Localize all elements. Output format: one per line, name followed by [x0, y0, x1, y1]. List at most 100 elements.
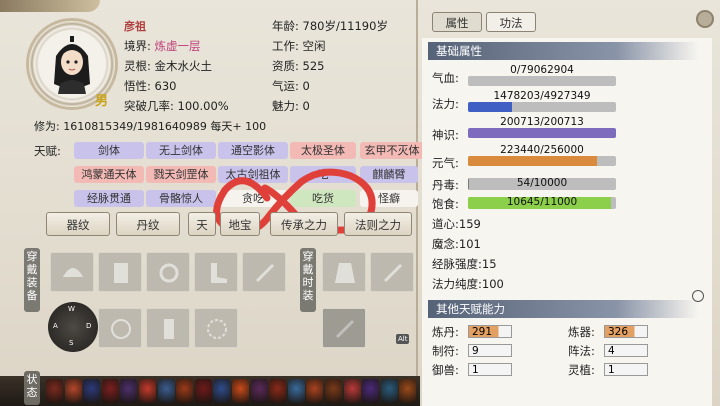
info-icon[interactable] — [692, 290, 704, 302]
alchemy-label: 炼丹: — [432, 325, 459, 339]
status-buff-icon[interactable] — [250, 379, 268, 403]
status-buff-icon[interactable] — [306, 379, 324, 403]
tab-chuancheng[interactable]: 传承之力 — [270, 212, 338, 236]
status-buff-icon[interactable] — [194, 379, 212, 403]
scroll-ornament — [0, 0, 100, 12]
root-row: 灵根: 金木水火土 — [124, 59, 213, 73]
tab-skills[interactable]: 功法 — [486, 12, 536, 32]
spirit-bar — [468, 128, 616, 138]
vitality-value: 223440/256000 — [500, 144, 584, 156]
key-d: D — [86, 322, 92, 330]
stat-monian: 魔念:101 — [432, 237, 481, 251]
mana-value: 1478203/4927349 — [493, 90, 591, 102]
clothes-slot[interactable] — [370, 252, 414, 292]
stat-daoxin: 道心:159 — [432, 217, 481, 231]
satiety-value: 10645/11000 — [506, 196, 578, 208]
talent-tag[interactable]: 剑体 — [74, 142, 144, 159]
status-buff-icon[interactable] — [101, 379, 119, 403]
aptitude-row: 资质: 525 — [272, 59, 325, 73]
tab-danwen[interactable]: 丹纹 — [116, 212, 180, 236]
helmet-icon — [63, 268, 83, 277]
talisman-value: 9 — [468, 344, 512, 357]
basic-attr-header: 基础属性 — [428, 42, 698, 60]
talent-tag[interactable]: 通空影体 — [218, 142, 288, 159]
talent-tag[interactable]: 太极圣体 — [290, 142, 356, 159]
spirit-value: 200713/200713 — [500, 116, 584, 128]
bracelet-icon — [207, 319, 227, 339]
equip-slot[interactable] — [146, 252, 190, 292]
realm-row: 境界: 炼虚一层 — [124, 39, 201, 53]
hp-value: 0/79062904 — [510, 64, 574, 76]
status-buff-icon[interactable] — [64, 379, 82, 403]
talent-tag[interactable]: 鸿蒙通天体 — [74, 166, 144, 183]
character-name: 彦祖 — [124, 20, 146, 33]
ring-icon — [159, 263, 179, 283]
tab-dibao[interactable]: 地宝 — [220, 212, 260, 236]
realm-value: 炼虚一层 — [154, 39, 201, 53]
status-buff-icon[interactable] — [176, 379, 194, 403]
mana-bar — [468, 102, 616, 112]
pole-icon — [335, 319, 355, 339]
equip-slot[interactable] — [98, 252, 142, 292]
status-buff-icon[interactable] — [46, 379, 63, 403]
clothes-slot[interactable] — [322, 308, 366, 348]
game-window: 男 彦祖 境界: 炼虚一层 灵根: 金木水火土 悟性: 630 突破几率: 10… — [0, 0, 720, 406]
stat-meridian: 经脉强度:15 — [432, 257, 497, 271]
equip-slot[interactable] — [242, 252, 286, 292]
robe-icon — [335, 263, 355, 283]
equip-slot[interactable] — [194, 308, 238, 348]
break-row: 突破几率: 100.00% — [124, 99, 229, 113]
tab-faze[interactable]: 法则之力 — [344, 212, 412, 236]
formation-value: 4 — [604, 344, 648, 357]
herb-label: 灵植: — [568, 363, 595, 377]
age-row: 年龄: 780岁/11190岁 — [272, 19, 388, 33]
status-buff-icon[interactable] — [83, 379, 101, 403]
forge-label: 炼器: — [568, 325, 595, 339]
talent-tag[interactable]: 玄甲不灭体 — [360, 142, 424, 159]
other-ability-header: 其他天赋能力 — [428, 300, 698, 318]
status-buff-icon[interactable] — [269, 379, 287, 403]
luck-row: 气运: 0 — [272, 79, 310, 93]
talent-tag[interactable]: 无上剑体 — [146, 142, 216, 159]
key-a: A — [53, 322, 58, 330]
avatar[interactable] — [46, 34, 98, 94]
alchemy-value: 291 — [468, 325, 512, 338]
status-buff-icon[interactable] — [362, 379, 380, 403]
tab-qiwen[interactable]: 器纹 — [46, 212, 110, 236]
mana-label: 法力: — [432, 97, 459, 111]
status-buff-icon[interactable] — [120, 379, 138, 403]
weapon-icon — [383, 263, 403, 283]
equip-slot[interactable] — [50, 252, 94, 292]
equip-slot[interactable] — [194, 252, 238, 292]
charm-row: 魅力: 0 — [272, 99, 310, 113]
status-buff-icon[interactable] — [213, 379, 231, 403]
equip-slot[interactable] — [146, 308, 190, 348]
wisdom-row: 悟性: 630 — [124, 79, 177, 93]
talisman-label: 制符: — [432, 344, 459, 358]
key-s: S — [69, 339, 74, 347]
formation-label: 阵法: — [568, 344, 595, 358]
status-buff-icon[interactable] — [287, 379, 305, 403]
status-buff-icon[interactable] — [157, 379, 175, 403]
status-buff-icon[interactable] — [380, 379, 398, 403]
equip-slot[interactable] — [98, 308, 142, 348]
boots-icon — [211, 263, 227, 283]
forge-value: 326 — [604, 325, 648, 338]
talent-tag[interactable]: 经脉贯通 — [74, 190, 144, 207]
vitality-label: 元气: — [432, 156, 459, 170]
status-buff-icon[interactable] — [232, 379, 249, 403]
status-buff-icon[interactable] — [399, 379, 417, 403]
status-buff-icon[interactable] — [139, 379, 156, 403]
tab-attributes[interactable]: 属性 — [432, 12, 482, 32]
toxin-label: 丹毒: — [432, 178, 459, 192]
wasd-joystick[interactable]: W A S D — [48, 302, 98, 352]
gender-label: 男 — [95, 94, 109, 109]
status-buff-icon[interactable] — [343, 379, 361, 403]
hp-bar — [468, 76, 616, 86]
status-buff-icon[interactable] — [325, 379, 342, 403]
tab-tian[interactable]: 天 — [188, 212, 216, 236]
talent-label: 天赋: — [34, 144, 61, 158]
clothes-slot[interactable] — [322, 252, 366, 292]
toxin-value: 54/10000 — [516, 177, 568, 189]
stat-purity: 法力纯度:100 — [432, 277, 504, 291]
